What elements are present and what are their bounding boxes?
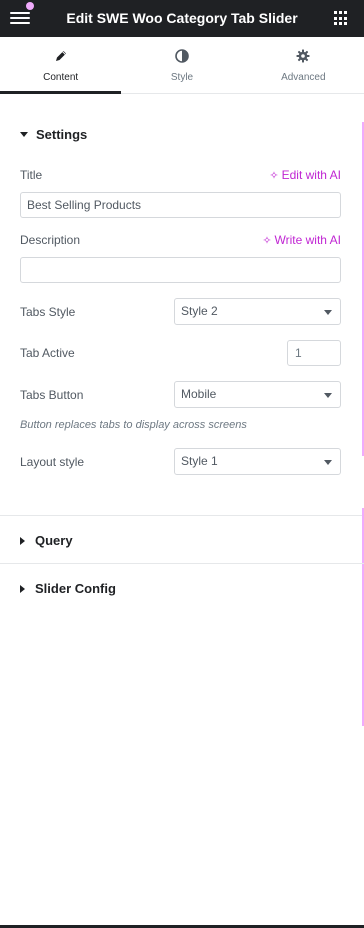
section-settings-title: Settings xyxy=(36,127,88,142)
panel-tabs: Content Style Advanced xyxy=(0,37,364,94)
section-slider-config-header[interactable]: Slider Config xyxy=(20,581,116,596)
widgets-grid-icon[interactable] xyxy=(334,11,349,26)
divider xyxy=(0,515,364,516)
section-settings-header[interactable]: Settings xyxy=(20,127,87,142)
chevron-down-icon xyxy=(324,460,332,465)
pencil-icon xyxy=(55,51,66,61)
notification-dot xyxy=(26,2,34,10)
tab-active-label: Tab Active xyxy=(20,346,75,360)
edit-with-ai-button[interactable]: ✧ Edit with AI xyxy=(269,168,341,182)
write-with-ai-button[interactable]: ✧ Write with AI xyxy=(262,233,341,247)
tabs-style-value: Style 2 xyxy=(181,304,218,318)
description-label: Description xyxy=(20,233,81,247)
caret-down-icon xyxy=(20,132,28,138)
tab-advanced-label: Advanced xyxy=(281,72,326,83)
description-input[interactable] xyxy=(20,257,341,283)
sparkle-icon: ✧ xyxy=(269,170,279,182)
tab-style-label: Style xyxy=(170,72,194,83)
tabs-button-label: Tabs Button xyxy=(20,388,84,402)
half-circle-icon xyxy=(175,49,189,63)
tabs-style-label: Tabs Style xyxy=(20,305,76,319)
title-label: Title xyxy=(20,168,43,182)
section-query-header[interactable]: Query xyxy=(20,533,73,548)
sparkle-icon: ✧ xyxy=(262,235,272,247)
section-query-title: Query xyxy=(35,533,73,548)
tab-style[interactable]: Style xyxy=(121,37,242,93)
gear-icon xyxy=(296,49,310,63)
tab-content[interactable]: Content xyxy=(0,37,122,94)
menu-icon[interactable] xyxy=(10,2,34,27)
tab-content-label: Content xyxy=(43,72,79,83)
tab-active-input[interactable]: 1 xyxy=(287,340,341,366)
title-input[interactable]: Best Selling Products xyxy=(20,192,341,218)
editor-topbar: Edit SWE Woo Category Tab Slider xyxy=(0,0,364,37)
chevron-down-icon xyxy=(324,310,332,315)
divider xyxy=(0,563,364,564)
tab-advanced[interactable]: Advanced xyxy=(243,37,364,93)
tabs-button-hint: Button replaces tabs to display across s… xyxy=(20,419,247,431)
layout-style-label: Layout style xyxy=(20,455,85,469)
write-with-ai-label: Write with AI xyxy=(274,233,341,247)
chevron-down-icon xyxy=(324,393,332,398)
panel-title: Edit SWE Woo Category Tab Slider xyxy=(66,10,298,26)
tabs-style-select[interactable]: Style 2 xyxy=(174,298,341,325)
caret-right-icon xyxy=(20,536,25,545)
tabs-button-value: Mobile xyxy=(181,387,217,401)
tabs-button-select[interactable]: Mobile xyxy=(174,381,341,408)
layout-style-value: Style 1 xyxy=(181,454,218,468)
edit-with-ai-label: Edit with AI xyxy=(281,168,341,182)
caret-right-icon xyxy=(20,584,25,593)
section-slider-config-title: Slider Config xyxy=(35,581,116,596)
layout-style-select[interactable]: Style 1 xyxy=(174,448,341,475)
